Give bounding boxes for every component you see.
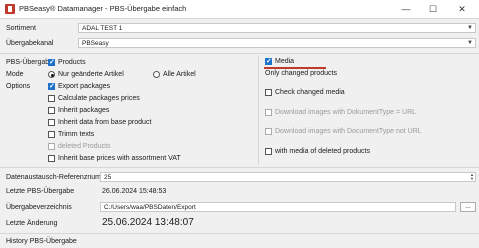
option-label: Inherit base prices with assortment VAT — [58, 155, 181, 162]
browse-button[interactable]: ... — [460, 202, 476, 212]
option-label: Inherit packages — [58, 107, 110, 114]
media-checkbox-deleted-products[interactable] — [265, 148, 272, 155]
referenznummer-label: Datenaustausch-Referenznummer — [6, 174, 113, 181]
option-checkbox-deleted-products — [48, 143, 55, 150]
close-button[interactable]: ✕ — [452, 2, 472, 16]
media-checkbox-check-changed[interactable] — [265, 89, 272, 96]
mode-radio-changed[interactable] — [48, 71, 55, 78]
option-label: Trimm texts — [58, 131, 95, 138]
option-checkbox-trimm-texts[interactable] — [48, 131, 55, 138]
option-checkbox-inherit-base-prices[interactable] — [48, 155, 55, 162]
option-label: Inherit data from base product — [58, 119, 152, 126]
uebergabeverzeichnis-value: C:/Users/waa/PBSDaten/Export — [104, 204, 196, 211]
media-option-label: with media of deleted products — [275, 148, 370, 155]
spinner-arrows-icon[interactable]: ▲ ▼ — [470, 173, 474, 181]
letzte-aenderung-label: Letzte Änderung — [6, 220, 58, 227]
option-label: deleted Products — [58, 143, 111, 150]
option-checkbox-inherit-packages[interactable] — [48, 107, 55, 114]
sortiment-select[interactable]: ADAL TEST 1 ▼ — [78, 23, 476, 33]
mode-option-changed-label: Nur geänderte Artikel — [58, 71, 124, 78]
minimize-button[interactable]: — — [396, 2, 416, 16]
media-checkbox-download-not-url — [265, 128, 272, 135]
letzte-aenderung-value: 25.06.2024 13:48:07 — [102, 217, 194, 228]
products-label: Products — [58, 59, 86, 66]
media-option-label: Download images with DokumentType = URL — [275, 109, 417, 116]
uebergabeverzeichnis-input[interactable]: C:/Users/waa/PBSDaten/Export — [100, 202, 456, 212]
window-title: PBSeasy® Datamanager - PBS-Übergabe einf… — [19, 4, 187, 13]
uebergabekanal-select[interactable]: PBSeasy ▼ — [78, 38, 476, 48]
referenznummer-value: 25 — [104, 174, 112, 181]
media-option-label: Download images with DocumentType not UR… — [275, 128, 422, 135]
option-checkbox-calculate-packages-prices[interactable] — [48, 95, 55, 102]
chevron-down-icon: ▼ — [467, 40, 473, 46]
divider — [0, 167, 479, 168]
option-checkbox-export-packages[interactable] — [48, 82, 55, 90]
option-label: Export packages — [58, 83, 111, 90]
mode-radio-all[interactable] — [153, 71, 160, 78]
mode-label: Mode — [6, 71, 24, 78]
pbs-uebergabe-label: PBS-Übergabe — [6, 59, 54, 66]
referenznummer-input[interactable]: 25 ▲ ▼ — [100, 172, 476, 182]
media-option-label: Check changed media — [275, 89, 345, 96]
option-label: Calculate packages prices — [58, 95, 140, 102]
app-logo-icon — [5, 4, 15, 14]
media-highlight-underline — [264, 67, 326, 69]
uebergabekanal-label: Übergabekanal — [6, 40, 54, 47]
uebergabekanal-value: PBSeasy — [82, 40, 109, 47]
sortiment-label: Sortiment — [6, 25, 36, 32]
history-label: History PBS-Übergabe — [6, 238, 77, 245]
media-checkbox-download-url — [265, 109, 272, 116]
divider — [0, 53, 479, 54]
sortiment-value: ADAL TEST 1 — [82, 25, 123, 32]
maximize-button[interactable]: ☐ — [423, 2, 443, 16]
media-mode-text: Only changed products — [265, 70, 337, 77]
products-checkbox[interactable] — [48, 58, 55, 66]
mode-option-all-label: Alle Artikel — [163, 71, 196, 78]
option-checkbox-inherit-data[interactable] — [48, 119, 55, 126]
divider — [0, 233, 479, 234]
options-label: Options — [6, 83, 31, 90]
chevron-down-icon: ▼ — [467, 25, 473, 31]
letzte-uebergabe-label: Letzte PBS-Übergabe — [6, 188, 75, 195]
media-label: Media — [275, 58, 295, 65]
vertical-divider — [258, 55, 259, 165]
letzte-uebergabe-value: 26.06.2024 15:48:53 — [102, 188, 167, 195]
media-checkbox[interactable] — [265, 57, 272, 65]
uebergabeverzeichnis-label: Übergabeverzeichnis — [6, 204, 72, 211]
